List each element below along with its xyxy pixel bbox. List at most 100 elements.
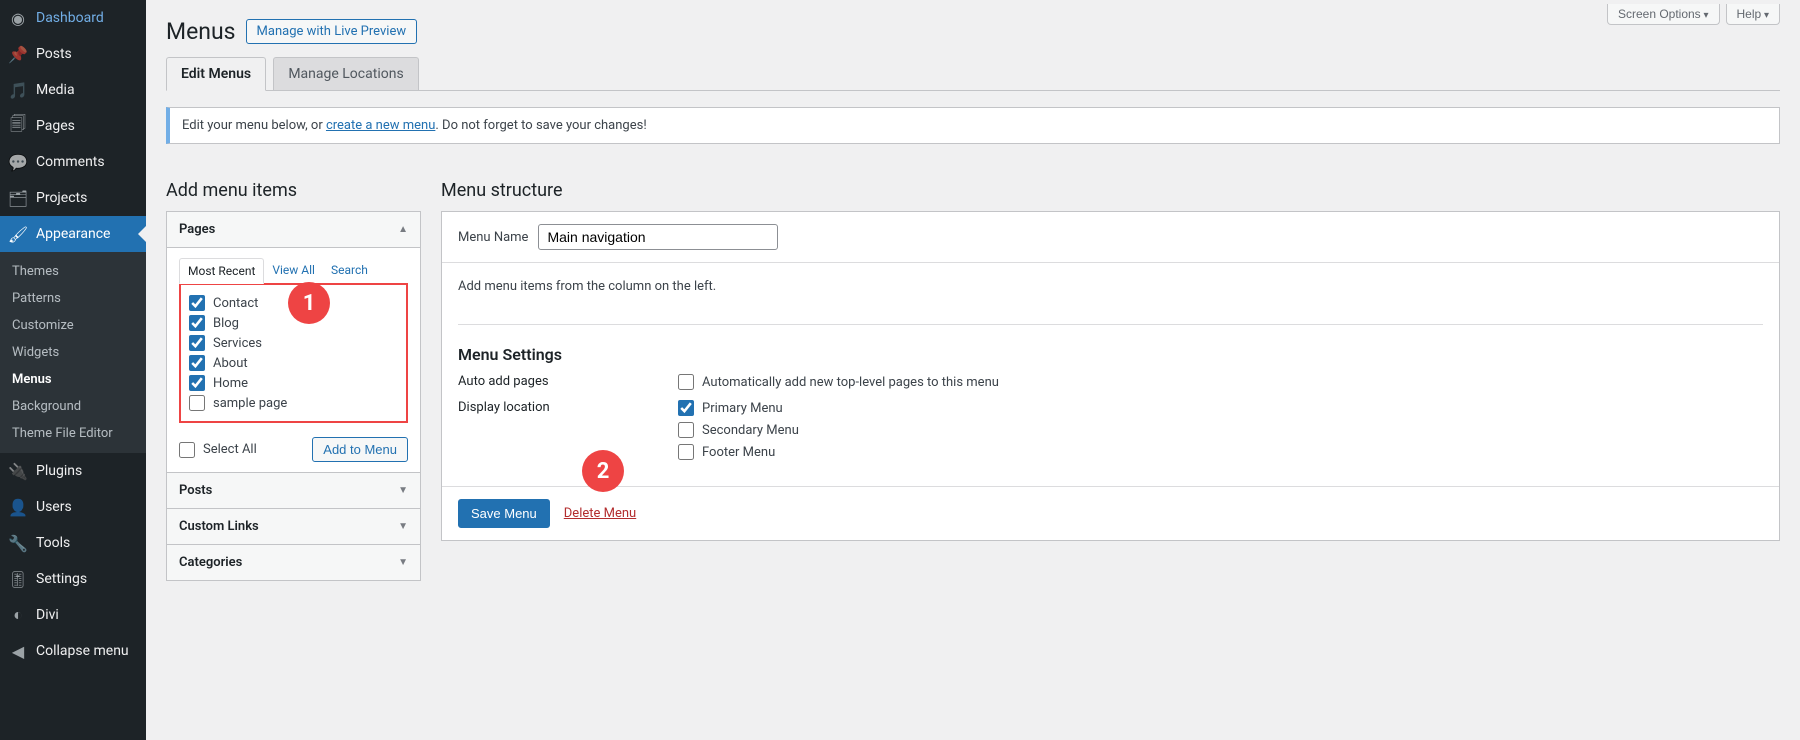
- checkbox[interactable]: [189, 355, 205, 371]
- menu-settings-heading: Menu Settings: [458, 345, 1763, 364]
- comment-icon: 💬: [8, 152, 28, 172]
- checkbox[interactable]: [179, 442, 195, 458]
- sidebar-item-label: Users: [36, 499, 72, 515]
- sidebar-item-collapse[interactable]: ◀ Collapse menu: [0, 633, 146, 669]
- page-check-home[interactable]: Home: [189, 373, 398, 393]
- admin-sidebar: ◉Dashboard 📌 Posts 🎵Media 🗐Pages 💬 Comment…: [0, 0, 146, 740]
- page-label: Home: [213, 376, 248, 391]
- live-preview-button[interactable]: Manage with Live Preview: [246, 19, 418, 44]
- sidebar-item-appearance[interactable]: 🖌 Appearance: [0, 216, 146, 252]
- page-check-sample[interactable]: sample page: [189, 393, 398, 413]
- user-icon: 👤: [8, 497, 28, 517]
- checkbox[interactable]: [678, 374, 694, 390]
- checkbox[interactable]: [678, 422, 694, 438]
- page-check-about[interactable]: About: [189, 353, 398, 373]
- sidebar-item-tools[interactable]: 🔧Tools: [0, 525, 146, 561]
- submenu-item-background[interactable]: Background: [0, 393, 146, 420]
- sidebar-item-label: Settings: [36, 571, 87, 587]
- projects-icon: 🗂: [8, 188, 28, 208]
- page-label: Contact: [213, 296, 258, 311]
- chevron-down-icon: ▼: [398, 521, 408, 532]
- sidebar-item-media[interactable]: 🎵Media: [0, 72, 146, 108]
- sidebar-item-label: Collapse menu: [36, 643, 129, 659]
- sidebar-item-users[interactable]: 👤 Users: [0, 489, 146, 525]
- submenu-item-customize[interactable]: Customize: [0, 312, 146, 339]
- add-to-menu-button[interactable]: Add to Menu: [312, 437, 408, 462]
- checkbox[interactable]: [678, 400, 694, 416]
- menu-name-input[interactable]: [538, 224, 778, 250]
- page-label: About: [213, 356, 248, 371]
- sidebar-item-label: Comments: [36, 154, 105, 170]
- auto-add-option[interactable]: Automatically add new top-level pages to…: [678, 374, 999, 390]
- screen-options-button[interactable]: Screen Options: [1607, 4, 1720, 25]
- accordion-header-custom-links[interactable]: Custom Links ▼: [167, 509, 420, 544]
- option-label: Automatically add new top-level pages to…: [702, 375, 999, 390]
- sidebar-item-label: Tools: [36, 535, 70, 551]
- submenu-item-widgets[interactable]: Widgets: [0, 339, 146, 366]
- page-title: Menus: [166, 18, 236, 45]
- sidebar-item-comments[interactable]: 💬 Comments: [0, 144, 146, 180]
- sidebar-item-settings[interactable]: 🎚 Settings: [0, 561, 146, 597]
- submenu-item-theme-file-editor[interactable]: Theme File Editor: [0, 420, 146, 447]
- checkbox[interactable]: [189, 335, 205, 351]
- chevron-up-icon: ▲: [398, 224, 408, 235]
- checkbox[interactable]: [189, 375, 205, 391]
- help-button[interactable]: Help: [1726, 4, 1781, 25]
- sidebar-item-label: Appearance: [36, 226, 110, 242]
- save-menu-button[interactable]: Save Menu: [458, 499, 550, 528]
- sidebar-item-label: Pages: [36, 118, 75, 134]
- checkbox[interactable]: [189, 295, 205, 311]
- option-label: Secondary Menu: [702, 423, 799, 438]
- sidebar-item-divi[interactable]: ◐Divi: [0, 597, 146, 633]
- sidebar-item-pages[interactable]: 🗐Pages: [0, 108, 146, 144]
- sidebar-item-dashboard[interactable]: ◉Dashboard: [0, 0, 146, 36]
- auto-add-label: Auto add pages: [458, 374, 678, 389]
- create-new-menu-link[interactable]: create a new menu: [326, 118, 435, 133]
- checkbox[interactable]: [678, 444, 694, 460]
- page-label: Blog: [213, 316, 239, 331]
- sidebar-item-posts[interactable]: 📌 Posts: [0, 36, 146, 72]
- accordion-header-posts[interactable]: Posts ▼: [167, 473, 420, 508]
- location-footer[interactable]: Footer Menu: [678, 444, 799, 460]
- delete-menu-link[interactable]: Delete Menu: [564, 506, 636, 521]
- subtab-search[interactable]: Search: [323, 258, 376, 283]
- sidebar-item-plugins[interactable]: 🔌Plugins: [0, 453, 146, 489]
- main-content: Screen Options Help Menus Manage with Li…: [146, 0, 1800, 740]
- sidebar-item-label: Posts: [36, 46, 72, 62]
- submenu-item-patterns[interactable]: Patterns: [0, 285, 146, 312]
- location-primary[interactable]: Primary Menu: [678, 400, 799, 416]
- tab-manage-locations[interactable]: Manage Locations: [273, 57, 418, 90]
- submenu-item-menus[interactable]: Menus: [0, 366, 146, 393]
- annotation-badge-1: 1: [288, 282, 330, 324]
- accordion-posts: Posts ▼: [166, 472, 421, 509]
- option-label: Footer Menu: [702, 445, 775, 460]
- collapse-icon: ◀: [8, 641, 28, 661]
- pin-icon: 📌: [8, 44, 28, 64]
- subtab-most-recent[interactable]: Most Recent: [179, 258, 264, 284]
- checkbox[interactable]: [189, 395, 205, 411]
- notice-text-pre: Edit your menu below, or: [182, 118, 326, 133]
- checkbox[interactable]: [189, 315, 205, 331]
- tab-edit-menus[interactable]: Edit Menus: [166, 57, 266, 91]
- add-items-heading: Add menu items: [166, 180, 421, 201]
- chevron-down-icon: ▼: [398, 557, 408, 568]
- select-all-label: Select All: [203, 442, 257, 457]
- sidebar-item-projects[interactable]: 🗂Projects: [0, 180, 146, 216]
- brush-icon: 🖌: [8, 224, 28, 244]
- info-notice: Edit your menu below, or create a new me…: [166, 107, 1780, 144]
- accordion-header-categories[interactable]: Categories ▼: [167, 545, 420, 580]
- accordion-pages: Pages ▲ Most Recent View All Search Cont…: [166, 211, 421, 473]
- annotation-badge-2: 2: [582, 450, 624, 492]
- page-label: sample page: [213, 396, 287, 411]
- select-all[interactable]: Select All: [179, 440, 257, 460]
- page-check-services[interactable]: Services: [189, 333, 398, 353]
- location-secondary[interactable]: Secondary Menu: [678, 422, 799, 438]
- page-label: Services: [213, 336, 262, 351]
- notice-text-post: . Do not forget to save your changes!: [435, 118, 646, 133]
- sliders-icon: 🎚: [8, 569, 28, 589]
- accordion-header-pages[interactable]: Pages ▲: [167, 212, 420, 247]
- menu-name-label: Menu Name: [458, 230, 528, 245]
- subtab-view-all[interactable]: View All: [264, 258, 323, 283]
- submenu-item-themes[interactable]: Themes: [0, 258, 146, 285]
- menu-structure-heading: Menu structure: [441, 180, 1780, 201]
